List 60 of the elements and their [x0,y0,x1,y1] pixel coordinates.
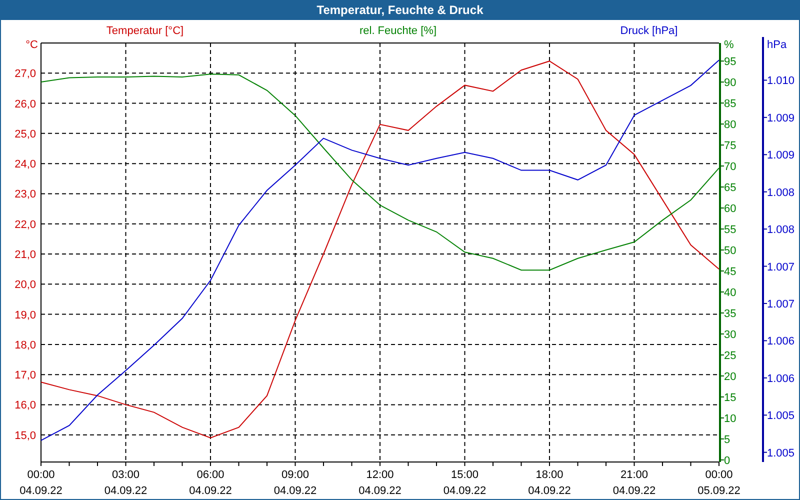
axis-label: 80 [724,119,736,132]
axis-label: 1.006 [767,336,795,348]
axis-label: 1.009 [767,150,795,162]
axis-label: 65 [724,182,736,194]
time-date-label: 03:00 04.09.22 [104,469,148,497]
axis-label: 75 [724,140,736,152]
axis-label: 21,0 [14,249,36,261]
axis-label: 1.008 [767,224,795,236]
axis-label: 55 [724,224,736,236]
axis-label: 70 [724,161,736,174]
time-date-label: 06:00 04.09.22 [189,469,232,497]
axis-label: 30 [724,328,736,341]
axis-label: 20,0 [14,279,36,292]
axis-label: 0 [724,454,730,467]
axis-label: 5 [724,434,730,446]
time-date-label: 09:00 04.09.22 [274,469,317,497]
axis-label: 22,0 [14,218,36,231]
axis-title: Temperatur [°C] [106,25,184,37]
axis-label: 26,0 [14,98,36,110]
axis-label: 15,0 [14,430,36,442]
axis-label: 1.010 [767,75,795,88]
axis-label: 90 [724,77,736,90]
unit-label: % [724,39,734,51]
unit-label: °C [26,39,38,51]
unit-label: hPa [767,39,787,51]
axis-label: 1.009 [767,112,795,124]
axis-label: 25,0 [14,128,36,140]
axis-label: 40 [724,286,736,299]
axis-label: 25 [724,350,736,362]
axis-title: rel. Feuchte [%] [359,25,437,37]
axis-label: 1.005 [767,410,795,422]
time-date-label: 00:00 05.09.22 [698,469,740,497]
axis-label: 16,0 [14,400,36,412]
axis-label: 1.007 [767,261,795,274]
axis-label: 18,0 [14,339,36,352]
axis-label: 27,0 [14,68,36,80]
time-date-label: 21:00 04.09.22 [612,469,656,497]
axis-label: 1.008 [767,186,795,199]
axis-label: 1.007 [767,298,795,310]
axis-label: 20 [724,370,736,383]
axis-title: Druck [hPa] [620,25,678,37]
time-date-label: 12:00 04.09.22 [358,469,402,497]
axis-label: 10 [724,412,736,425]
axis-label: 17,0 [14,370,36,382]
axis-label: 1.006 [767,372,795,385]
time-date-label: 15:00 04.09.22 [443,469,486,497]
time-date-label: 00:00 04.09.22 [20,469,62,497]
time-date-label: 18:00 04.09.22 [528,469,571,497]
axis-label: 23,0 [14,188,36,201]
axis-label: 50 [724,244,736,257]
axis-label: 1.005 [767,447,795,460]
axis-label: 85 [724,98,736,110]
window-title: Temperatur, Feuchte & Druck [316,3,484,17]
axis-label: 19,0 [14,309,36,322]
axis-label: 15 [724,392,736,404]
axis-label: 45 [724,266,736,278]
axis-label: 95 [724,56,736,68]
axis-label: 35 [724,308,736,320]
axis-label: 60 [724,203,736,215]
axis-label: 24,0 [14,158,36,171]
